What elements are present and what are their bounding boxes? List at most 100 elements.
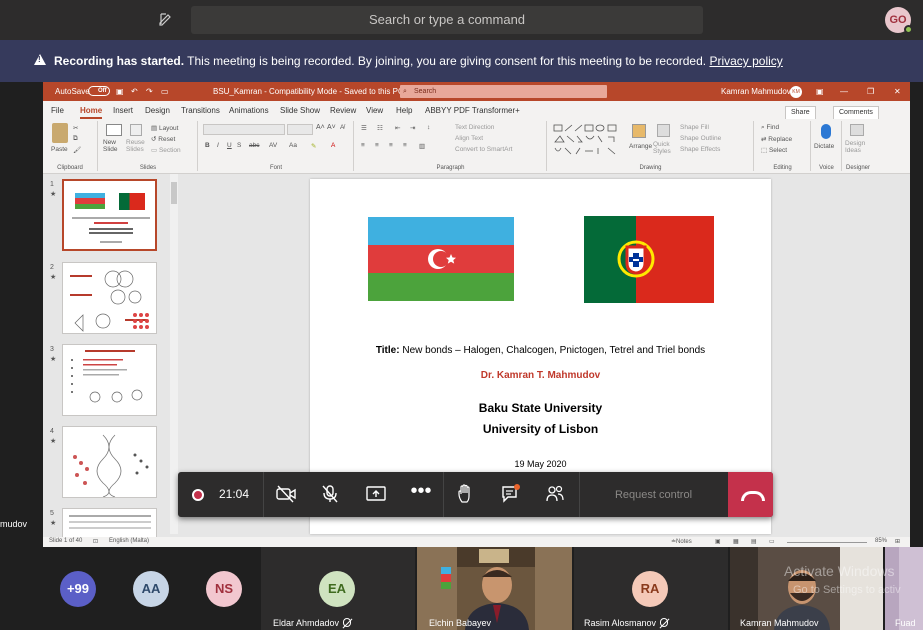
shape-effects-button[interactable]: Shape Effects	[680, 146, 720, 153]
section-button[interactable]: ▭ Section	[151, 146, 181, 154]
slide-thumbnail-3[interactable]	[62, 344, 157, 416]
shadow-icon[interactable]: S	[237, 142, 241, 149]
shrink-font-icon[interactable]: A˅	[327, 124, 336, 131]
reuse-slides-icon[interactable]	[130, 124, 142, 136]
tab-file[interactable]: File	[51, 106, 64, 115]
privacy-policy-link[interactable]: Privacy policy	[709, 54, 782, 68]
save-icon[interactable]: ▣	[116, 87, 124, 96]
arrange-icon[interactable]	[632, 124, 646, 138]
raise-hand-icon[interactable]	[455, 484, 477, 504]
participant-tile-eldar[interactable]: EA Eldar Ahmdadov	[261, 547, 415, 630]
quick-styles-icon[interactable]	[657, 124, 670, 137]
bold-icon[interactable]: B	[205, 142, 210, 149]
tab-design[interactable]: Design	[145, 106, 170, 115]
tab-insert[interactable]: Insert	[113, 106, 133, 115]
paste-icon[interactable]	[52, 123, 68, 143]
design-ideas-button[interactable]: Design Ideas	[845, 140, 871, 154]
redo-icon[interactable]: ↷	[146, 87, 153, 96]
zoom-level[interactable]: 85%	[875, 538, 887, 544]
tab-slide-show[interactable]: Slide Show	[280, 106, 320, 115]
underline-icon[interactable]: U	[227, 142, 232, 149]
slide-thumbnail-4[interactable]	[62, 426, 157, 498]
highlight-icon[interactable]: ✎	[311, 142, 316, 150]
present-icon[interactable]: ▭	[161, 87, 169, 96]
microphone-icon[interactable]	[821, 124, 831, 139]
slide-thumbnail-1[interactable]	[62, 179, 157, 251]
ppt-search-box[interactable]: ⌕ Search	[400, 85, 607, 98]
tab-abbyy-pdf-transformer-[interactable]: ABBYY PDF Transformer+	[425, 106, 520, 115]
cut-icon[interactable]: ✂	[73, 124, 78, 132]
increase-indent-icon[interactable]: ⇥	[410, 124, 415, 132]
columns-icon[interactable]: ▥	[419, 142, 425, 150]
align-left-icon[interactable]: ≡	[361, 142, 365, 149]
tab-animations[interactable]: Animations	[229, 106, 269, 115]
line-spacing-icon[interactable]: ↕	[427, 124, 430, 131]
minimize-icon[interactable]: —	[840, 87, 848, 96]
new-slide-button[interactable]: New Slide	[103, 139, 127, 153]
mic-off-icon[interactable]	[319, 484, 341, 504]
compose-icon[interactable]	[158, 11, 176, 29]
participant-tile-rasim[interactable]: RA Rasim Alosmanov	[574, 547, 728, 630]
reuse-slides-button[interactable]: Reuse Slides	[126, 139, 150, 153]
close-icon[interactable]: ✕	[894, 87, 901, 96]
participant-video-elchin[interactable]: Elchin Babayev	[417, 547, 572, 630]
normal-view-icon[interactable]: ▣	[715, 538, 721, 545]
chat-icon[interactable]	[500, 484, 522, 504]
thumbnails-scrollbar[interactable]	[170, 174, 178, 534]
share-screen-icon[interactable]	[365, 484, 387, 504]
ppt-user-avatar[interactable]: KM	[790, 86, 802, 98]
change-case-icon[interactable]: Aa	[289, 142, 297, 149]
user-avatar[interactable]: GO	[885, 7, 913, 34]
decrease-indent-icon[interactable]: ⇤	[395, 124, 400, 132]
layout-button[interactable]: ▤ Layout	[151, 124, 178, 132]
align-text-button[interactable]: Align Text	[455, 135, 483, 142]
language-status[interactable]: English (Malta)	[109, 538, 149, 544]
participant-tile-ns[interactable]: NS	[192, 547, 254, 630]
numbering-icon[interactable]: ☷	[377, 124, 383, 132]
replace-button[interactable]: ⇄ Replace	[761, 135, 792, 143]
tab-view[interactable]: View	[366, 106, 383, 115]
fit-slide-icon[interactable]: ⊞	[895, 538, 900, 545]
shape-fill-button[interactable]: Shape Fill	[680, 124, 709, 131]
tab-home[interactable]: Home	[80, 106, 103, 119]
align-center-icon[interactable]: ≡	[375, 142, 379, 149]
justify-icon[interactable]: ≡	[403, 142, 407, 149]
clear-format-icon[interactable]: A̸	[340, 124, 344, 131]
comments-button[interactable]: Comments	[833, 106, 879, 120]
align-right-icon[interactable]: ≡	[389, 142, 393, 149]
share-button[interactable]: Share	[785, 106, 816, 120]
copy-icon[interactable]: ⧉	[73, 135, 78, 143]
select-button[interactable]: ⬚ Select	[761, 146, 787, 154]
find-button[interactable]: ⌕ Find	[761, 124, 779, 132]
zoom-slider[interactable]	[787, 542, 867, 543]
ribbon-display-icon[interactable]: ▣	[816, 87, 824, 96]
arrange-button[interactable]: Arrange	[629, 143, 652, 150]
convert-smartart-button[interactable]: Convert to SmartArt	[455, 146, 512, 153]
tab-transitions[interactable]: Transitions	[181, 106, 220, 115]
notes-button[interactable]: ≐ Notes	[671, 538, 692, 545]
dictate-button[interactable]: Dictate	[814, 143, 834, 150]
bullets-icon[interactable]: ☰	[361, 124, 367, 132]
grow-font-icon[interactable]: A˄	[316, 124, 325, 131]
participant-tile-aa[interactable]: AA	[120, 547, 180, 630]
slide-sorter-icon[interactable]: ▦	[733, 538, 739, 545]
undo-icon[interactable]: ↶	[131, 87, 138, 96]
tab-review[interactable]: Review	[330, 106, 356, 115]
overflow-participants[interactable]: +99	[52, 547, 108, 630]
text-direction-button[interactable]: Text Direction	[455, 124, 494, 131]
strikethrough-icon[interactable]: abc	[249, 142, 259, 149]
shapes-gallery[interactable]	[552, 123, 624, 159]
format-painter-icon[interactable]: 🖌	[73, 146, 81, 154]
participants-icon[interactable]	[544, 484, 566, 504]
design-ideas-icon[interactable]	[850, 124, 864, 136]
reset-button[interactable]: ↺ Reset	[151, 135, 175, 143]
font-size-select[interactable]	[287, 124, 313, 135]
hang-up-button[interactable]	[728, 472, 773, 517]
slide-thumbnail-2[interactable]	[62, 262, 157, 334]
shape-outline-button[interactable]: Shape Outline	[680, 135, 721, 142]
scrollbar-thumb[interactable]	[171, 182, 177, 204]
more-actions-icon[interactable]: •••	[410, 481, 432, 504]
tab-help[interactable]: Help	[396, 106, 412, 115]
reading-view-icon[interactable]: ▤	[751, 538, 757, 545]
quick-styles-button[interactable]: Quick Styles	[653, 141, 675, 155]
